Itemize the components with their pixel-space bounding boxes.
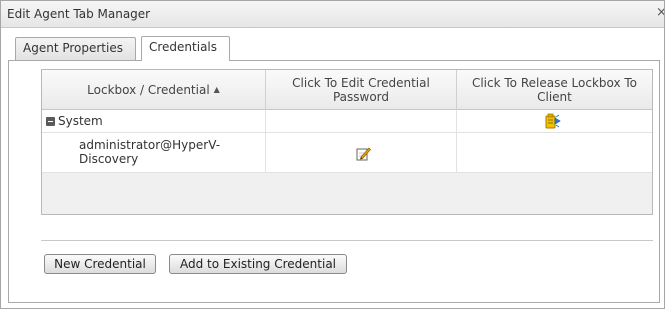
column-header-lockbox-credential[interactable]: Lockbox / Credential ▲ [42,70,266,110]
new-credential-button[interactable]: New Credential [44,254,156,274]
empty-grid-area [42,173,652,214]
grid-cell [266,110,457,132]
grid-cell [457,133,652,172]
column-header-label: Lockbox / Credential [87,83,210,97]
collapse-icon[interactable] [46,117,55,126]
column-header-label: Click To Release Lockbox To Client [471,76,638,104]
add-to-existing-credential-button[interactable]: Add to Existing Credential [169,254,347,274]
credentials-grid: Lockbox / Credential ▲ Click To Edit Cred… [41,69,653,215]
column-header-edit-password[interactable]: Click To Edit Credential Password [266,70,457,110]
credentials-tab-panel: Lockbox / Credential ▲ Click To Edit Cred… [8,60,660,303]
dialog-titlebar: Edit Agent Tab Manager × [1,1,664,28]
edit-pencil-icon[interactable] [356,146,371,161]
column-header-release-lockbox[interactable]: Click To Release Lockbox To Client [457,70,652,110]
grid-cell: administrator@HyperV-Discovery [42,133,266,172]
grid-cell: System [42,110,266,132]
credential-label: administrator@HyperV-Discovery [79,138,221,166]
edit-agent-dialog: Edit Agent Tab Manager × Agent Propertie… [0,0,665,309]
column-header-label: Click To Edit Credential Password [292,76,430,104]
table-row[interactable]: administrator@HyperV-Discovery [42,133,652,173]
table-row[interactable]: System [42,110,652,133]
tab-agent-properties[interactable]: Agent Properties [15,37,136,60]
release-lockbox-icon[interactable] [544,113,562,130]
sort-ascending-icon: ▲ [213,85,220,94]
grid-header: Lockbox / Credential ▲ Click To Edit Cred… [42,70,652,110]
group-label: System [58,114,103,128]
tab-credentials[interactable]: Credentials [141,36,230,61]
grid-cell [457,110,652,132]
dialog-title: Edit Agent Tab Manager [7,7,151,21]
grid-cell [266,133,457,172]
close-icon[interactable]: × [656,6,664,20]
grid-body: System administrator@HyperV-Discovery [42,110,652,214]
separator [41,240,653,241]
